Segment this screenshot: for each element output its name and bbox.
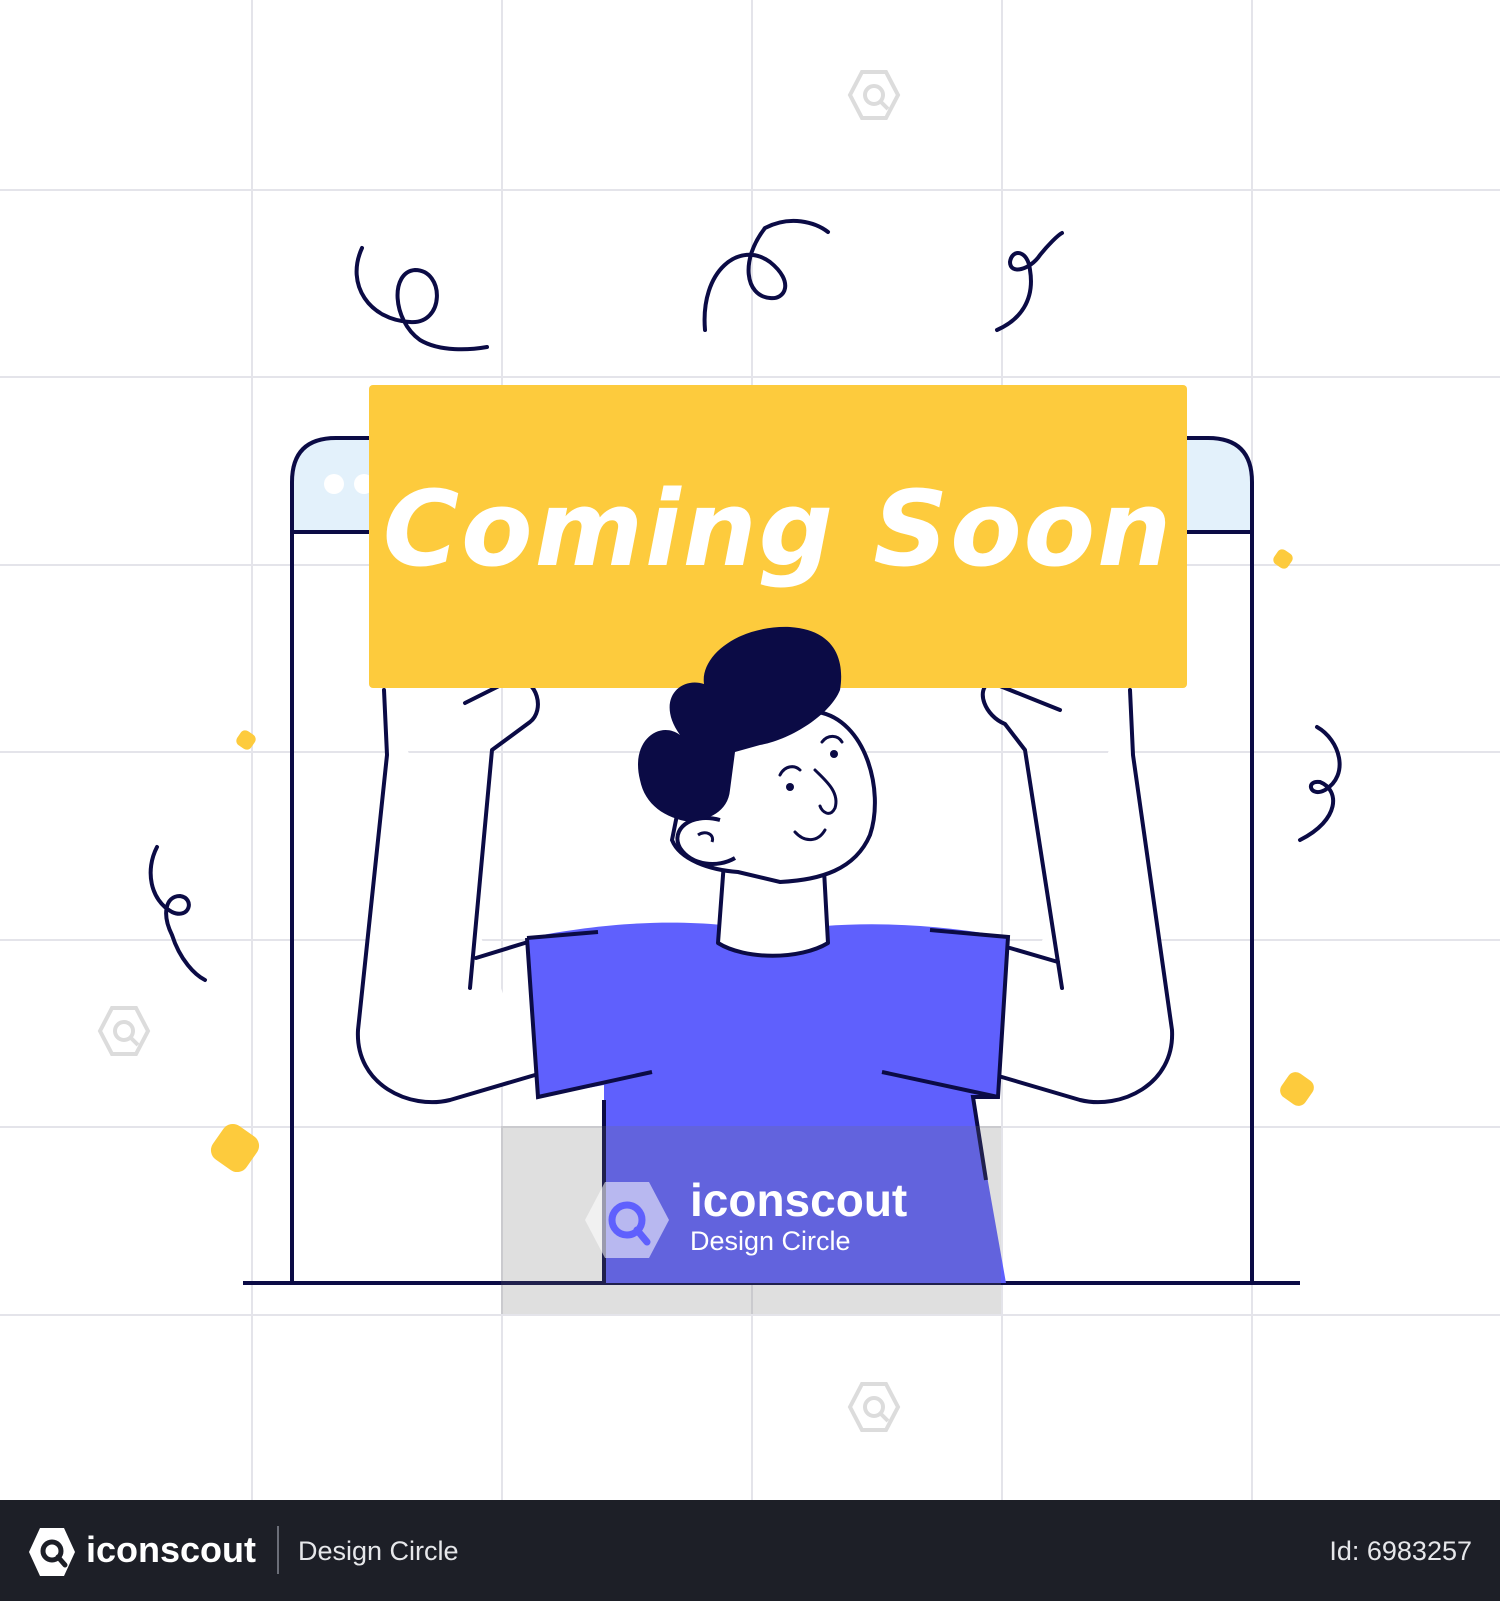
search-watermark-icon: [847, 70, 901, 120]
watermark-text: iconscout Design Circle: [690, 1176, 907, 1258]
illustration-canvas: Coming Soon iconscout Design Circle: [0, 0, 1500, 1500]
watermark-creator: Design Circle: [690, 1226, 851, 1256]
iconscout-logo-icon: [29, 1528, 75, 1576]
footer-brand[interactable]: iconscout: [86, 1530, 256, 1570]
search-watermark-icon: [847, 1382, 901, 1432]
sign-text: Coming Soon: [382, 468, 1174, 590]
watermark-brand: iconscout: [690, 1174, 908, 1226]
footer-divider: [277, 1526, 279, 1574]
footer-asset-id: Id: 6983257: [1329, 1536, 1472, 1566]
iconscout-logo-icon: [585, 1182, 669, 1258]
footer-creator[interactable]: Design Circle: [298, 1534, 459, 1568]
window-dot: [324, 474, 344, 494]
search-watermark-icon: [97, 1006, 151, 1056]
footer-bar: iconscout Design Circle Id: 6983257: [0, 1500, 1500, 1601]
